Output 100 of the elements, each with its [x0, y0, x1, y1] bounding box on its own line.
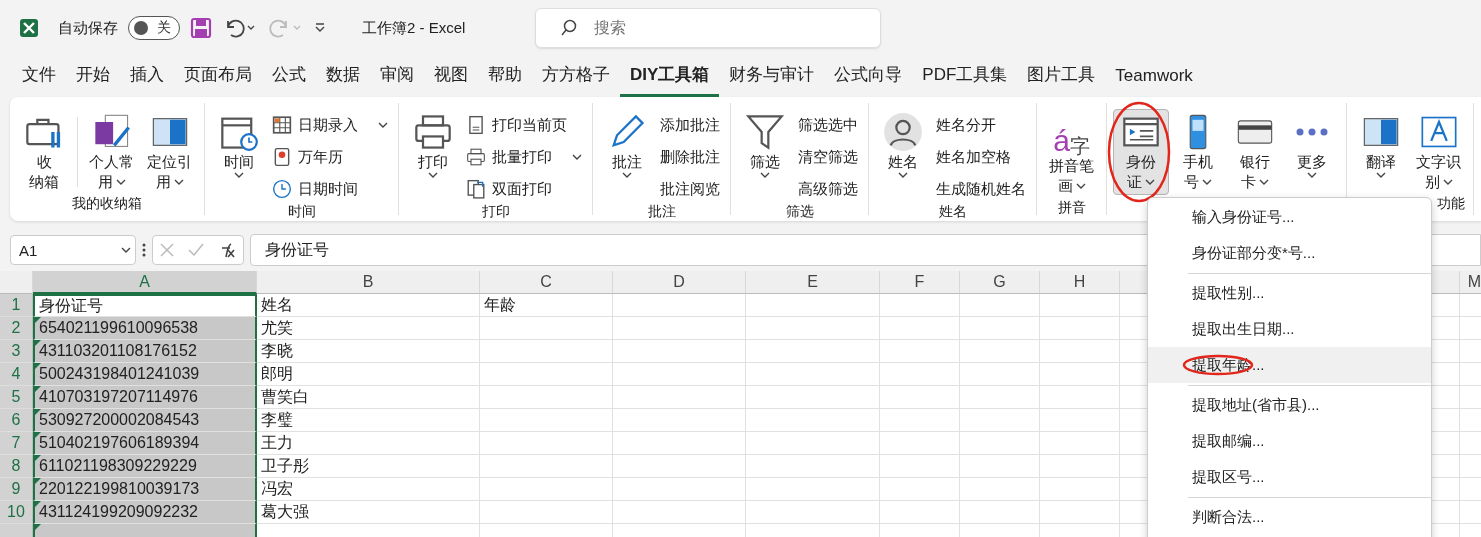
- ribbon-command[interactable]: 筛选选中: [794, 111, 862, 139]
- menu-item[interactable]: 提取出生日期...: [1148, 311, 1431, 347]
- row-header[interactable]: 7: [0, 432, 33, 455]
- ribbon-tab[interactable]: 图片工具: [1017, 63, 1106, 97]
- ribbon-tab[interactable]: 帮助: [478, 63, 532, 97]
- autosave-toggle[interactable]: 关: [128, 16, 180, 40]
- group-label: 时间: [287, 203, 316, 219]
- ribbon-button[interactable]: 文字识 别: [1410, 109, 1467, 195]
- ribbon-button[interactable]: 时间: [211, 109, 267, 181]
- ribbon-button[interactable]: 手机 号: [1170, 109, 1226, 195]
- ribbon-tab[interactable]: Teamwork: [1105, 66, 1203, 97]
- column-header[interactable]: G: [960, 271, 1040, 294]
- table-cell: 李晓: [257, 340, 480, 363]
- ribbon-command[interactable]: 批注阅览: [656, 175, 724, 203]
- ribbon-tab[interactable]: 财务与审计: [719, 63, 825, 97]
- column-header[interactable]: B: [257, 271, 480, 294]
- ribbon-tab[interactable]: 审阅: [370, 63, 424, 97]
- printer-icon: [413, 112, 453, 152]
- ribbon-command[interactable]: 批量打印: [462, 143, 586, 171]
- ribbon-tab[interactable]: 公式: [262, 63, 316, 97]
- ribbon-tab[interactable]: 视图: [424, 63, 478, 97]
- table-cell: 冯宏: [257, 478, 480, 501]
- ribbon-tab[interactable]: 数据: [316, 63, 370, 97]
- column-header[interactable]: C: [480, 271, 613, 294]
- column-header[interactable]: F: [880, 271, 960, 294]
- ribbon-command[interactable]: 日期录入: [268, 111, 392, 139]
- more-icon[interactable]: [142, 242, 146, 258]
- table-cell: 年龄: [480, 294, 613, 317]
- row-header[interactable]: 3: [0, 340, 33, 363]
- menu-item[interactable]: 提取性别...: [1148, 275, 1431, 311]
- ribbon-command[interactable]: 生成随机姓名: [932, 175, 1030, 203]
- ribbon-button[interactable]: 更多: [1284, 109, 1340, 181]
- ribbon-command[interactable]: 万年历: [268, 143, 392, 171]
- group-label: 打印: [481, 203, 510, 219]
- menu-item[interactable]: 提取区号...: [1148, 459, 1431, 495]
- row-header[interactable]: 8: [0, 455, 33, 478]
- search-field[interactable]: 搜索: [592, 10, 881, 46]
- table-cell: 葛大强: [257, 501, 480, 524]
- table-cell: 卫子彤: [257, 455, 480, 478]
- table-cell: 曹笑白: [257, 386, 480, 409]
- ribbon-button[interactable]: 身份 证: [1113, 109, 1169, 195]
- ribbon-tab[interactable]: 开始: [66, 63, 120, 97]
- group-label: 我的收纳箱: [72, 195, 142, 211]
- row-header[interactable]: 1: [0, 294, 33, 317]
- ribbon-command[interactable]: 添加批注: [656, 111, 724, 139]
- table-cell: 身份证号: [33, 294, 257, 317]
- row-header[interactable]: 2: [0, 317, 33, 340]
- ribbon-button[interactable]: 打印: [405, 109, 461, 181]
- table-cell: 王力: [257, 432, 480, 455]
- ribbon-command[interactable]: 高级筛选: [794, 175, 862, 203]
- table-cell: 530927200002084543: [33, 409, 257, 432]
- ribbon-tab[interactable]: 页面布局: [174, 63, 262, 97]
- ribbon-button[interactable]: 筛选: [737, 109, 793, 181]
- ribbon-tab[interactable]: 文件: [12, 63, 66, 97]
- ribbon-button[interactable]: 姓名: [875, 109, 931, 181]
- ribbon-command[interactable]: 双面打印: [462, 175, 586, 203]
- row-header[interactable]: 10: [0, 501, 33, 524]
- customize-icon[interactable]: [314, 22, 326, 34]
- ribbon-button[interactable]: á字 拼音笔 画: [1043, 109, 1100, 199]
- ribbon-tab[interactable]: 公式向导: [824, 63, 913, 97]
- search-box[interactable]: 搜索: [535, 8, 882, 48]
- ribbon-command[interactable]: 日期时间: [268, 175, 392, 203]
- row-header[interactable]: 5: [0, 386, 33, 409]
- save-icon[interactable]: [190, 17, 212, 39]
- ribbon-button[interactable]: 收 纳箱: [16, 109, 72, 195]
- row-header[interactable]: 4: [0, 363, 33, 386]
- group-label: 姓名: [938, 203, 967, 219]
- column-header[interactable]: D: [613, 271, 746, 294]
- ribbon-tab[interactable]: PDF工具集: [912, 63, 1018, 97]
- row-header[interactable]: 6: [0, 409, 33, 432]
- column-header[interactable]: M: [1460, 271, 1481, 294]
- avatar-icon: [883, 112, 923, 152]
- column-header[interactable]: E: [746, 271, 880, 294]
- ribbon-tab[interactable]: 插入: [120, 63, 174, 97]
- ribbon-button[interactable]: 定位引 用: [141, 109, 198, 195]
- menu-item[interactable]: 判断合法...: [1148, 499, 1431, 535]
- group-label: 筛选: [785, 203, 814, 219]
- funnel-icon: [745, 112, 785, 152]
- ribbon-command[interactable]: 清空筛选: [794, 143, 862, 171]
- ribbon-button[interactable]: 银行 卡: [1227, 109, 1283, 195]
- ribbon-button[interactable]: 个人常 用: [83, 109, 140, 195]
- ribbon-command[interactable]: 姓名分开: [932, 111, 1030, 139]
- ribbon-button[interactable]: 翻译: [1353, 109, 1409, 181]
- name-box[interactable]: A1: [10, 235, 136, 265]
- ribbon-button[interactable]: 批注: [599, 109, 655, 181]
- clock-icon: [272, 179, 292, 199]
- ribbon-tab[interactable]: 方方格子: [532, 63, 620, 97]
- table-cell: 尤笑: [257, 317, 480, 340]
- ribbon-command[interactable]: 删除批注: [656, 143, 724, 171]
- table-cell: 654021199610096538: [33, 317, 257, 340]
- row-header[interactable]: 9: [0, 478, 33, 501]
- search-icon: [560, 19, 579, 37]
- ribbon-command[interactable]: 姓名加空格: [932, 143, 1030, 171]
- column-header[interactable]: A: [33, 271, 257, 294]
- column-header[interactable]: H: [1040, 271, 1120, 294]
- pinyin-icon: á字: [1053, 112, 1090, 156]
- menu-item[interactable]: 提取地址(省市县)...: [1148, 387, 1431, 423]
- ribbon-command[interactable]: 打印当前页: [462, 111, 586, 139]
- menu-item[interactable]: 输入身份证号...: [1148, 199, 1431, 235]
- menu-item[interactable]: 提取邮编...: [1148, 423, 1431, 459]
